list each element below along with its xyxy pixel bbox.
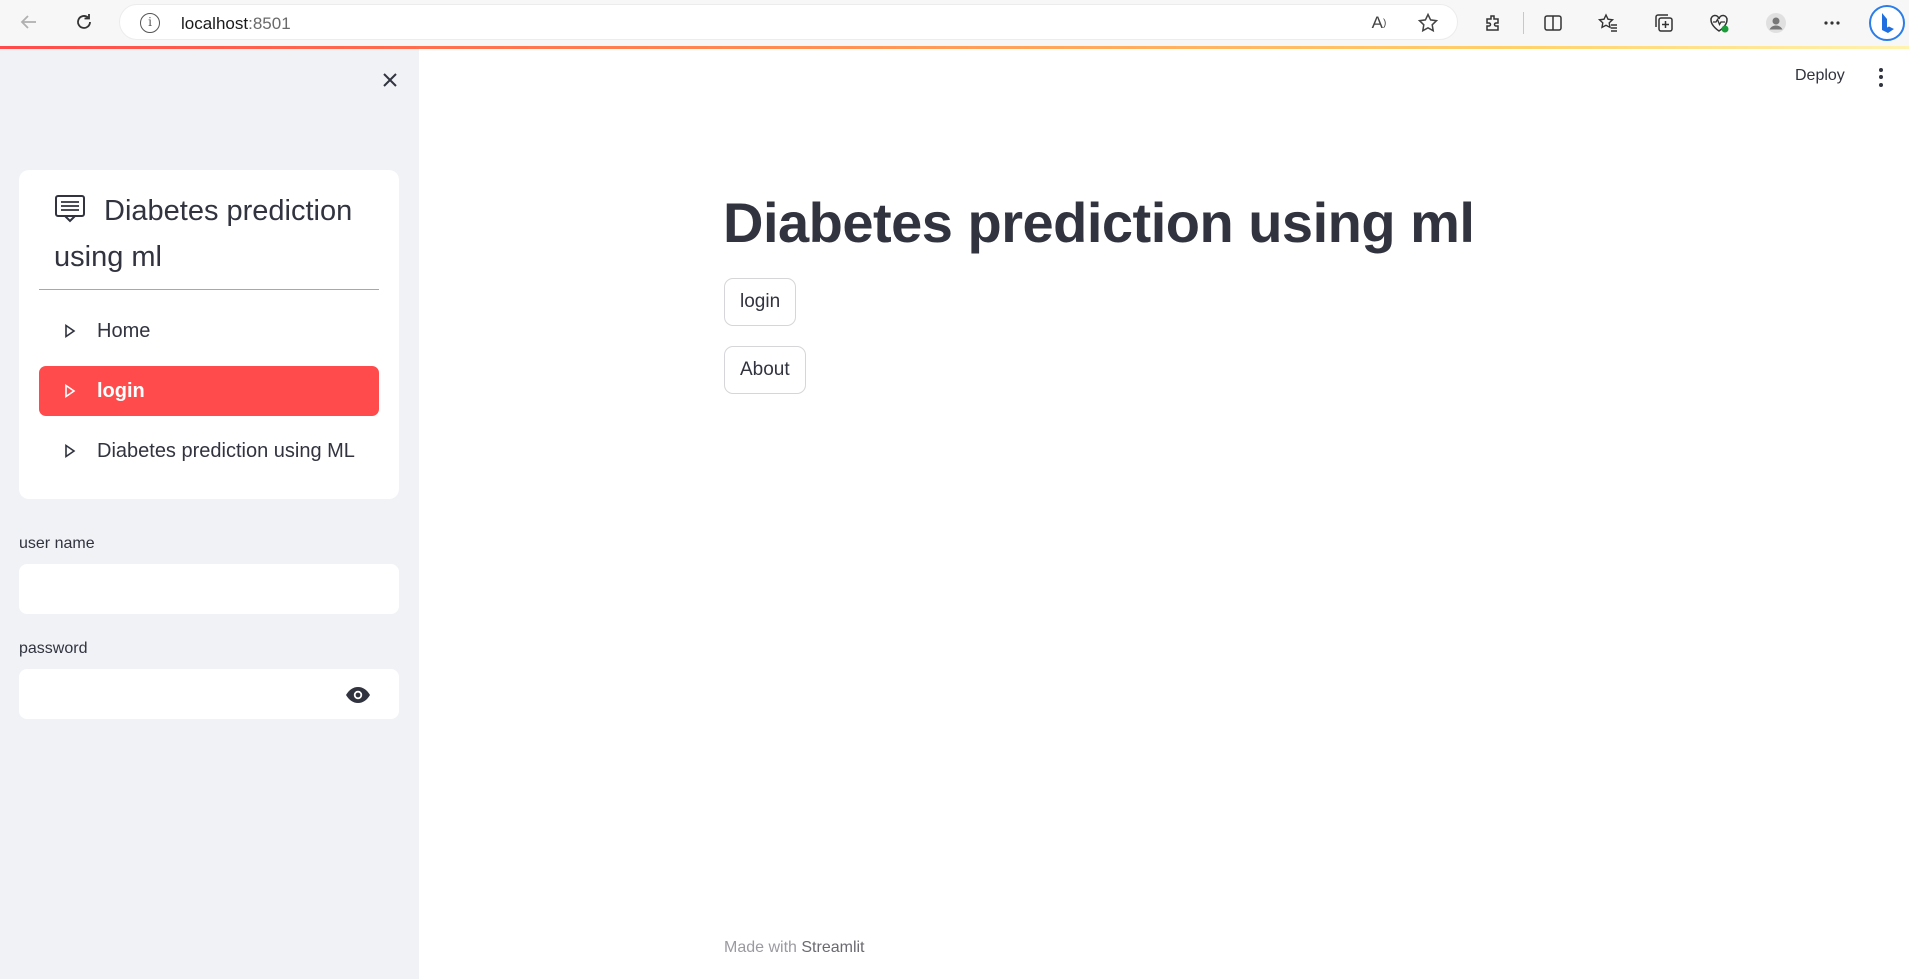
back-icon[interactable] bbox=[15, 8, 43, 36]
browser-toolbar: i localhost:8501 A) bbox=[0, 0, 1909, 47]
play-icon bbox=[64, 443, 78, 459]
menu-item-home[interactable]: Home bbox=[39, 306, 379, 356]
more-menu-icon[interactable] bbox=[1818, 9, 1846, 37]
extensions-icon[interactable] bbox=[1480, 9, 1508, 37]
menu-divider bbox=[39, 289, 379, 290]
toolbar-separator bbox=[1523, 12, 1524, 34]
profile-avatar-icon[interactable] bbox=[1762, 9, 1790, 37]
menu-item-login[interactable]: login bbox=[39, 366, 379, 416]
about-button[interactable]: About bbox=[724, 346, 806, 394]
menu-item-label: login bbox=[97, 379, 145, 402]
show-password-eye-icon[interactable] bbox=[344, 681, 372, 709]
sidebar: Diabetes prediction using ml Home login … bbox=[0, 49, 419, 979]
menu-item-label: Home bbox=[97, 319, 151, 342]
username-input[interactable] bbox=[19, 564, 399, 614]
collections-icon[interactable] bbox=[1650, 9, 1678, 37]
menu-list-icon bbox=[54, 191, 86, 223]
option-menu: Diabetes prediction using ml Home login … bbox=[19, 170, 399, 499]
footer-streamlit-link[interactable]: Streamlit bbox=[801, 939, 864, 956]
menu-item-diabetes-prediction[interactable]: Diabetes prediction using ML bbox=[39, 426, 379, 476]
menu-title: Diabetes prediction using ml bbox=[54, 188, 374, 280]
url-text: localhost:8501 bbox=[181, 14, 291, 33]
favorite-star-icon[interactable] bbox=[1416, 11, 1440, 35]
play-icon bbox=[64, 323, 78, 339]
address-bar[interactable]: i localhost:8501 A) bbox=[119, 4, 1458, 40]
password-label: password bbox=[19, 640, 88, 657]
password-input[interactable] bbox=[19, 669, 399, 719]
favorites-icon[interactable] bbox=[1594, 9, 1622, 37]
footer: Made with Streamlit bbox=[724, 939, 865, 957]
refresh-icon[interactable] bbox=[70, 8, 98, 36]
username-label: user name bbox=[19, 535, 95, 552]
footer-made-with: Made with bbox=[724, 939, 797, 956]
browser-essentials-icon[interactable] bbox=[1705, 9, 1733, 37]
read-aloud-icon[interactable]: A) bbox=[1367, 11, 1391, 35]
login-button[interactable]: login bbox=[724, 278, 797, 326]
page-title: Diabetes prediction using ml bbox=[723, 191, 1475, 254]
site-info-icon[interactable]: i bbox=[140, 13, 160, 33]
close-sidebar-icon[interactable] bbox=[376, 66, 404, 94]
deploy-button[interactable]: Deploy bbox=[1795, 67, 1845, 85]
main-menu-kebab-icon[interactable] bbox=[1871, 64, 1891, 90]
menu-item-label: Diabetes prediction using ML bbox=[97, 439, 355, 462]
split-screen-icon[interactable] bbox=[1539, 9, 1567, 37]
bing-copilot-icon[interactable] bbox=[1868, 4, 1906, 42]
play-icon bbox=[64, 383, 78, 399]
